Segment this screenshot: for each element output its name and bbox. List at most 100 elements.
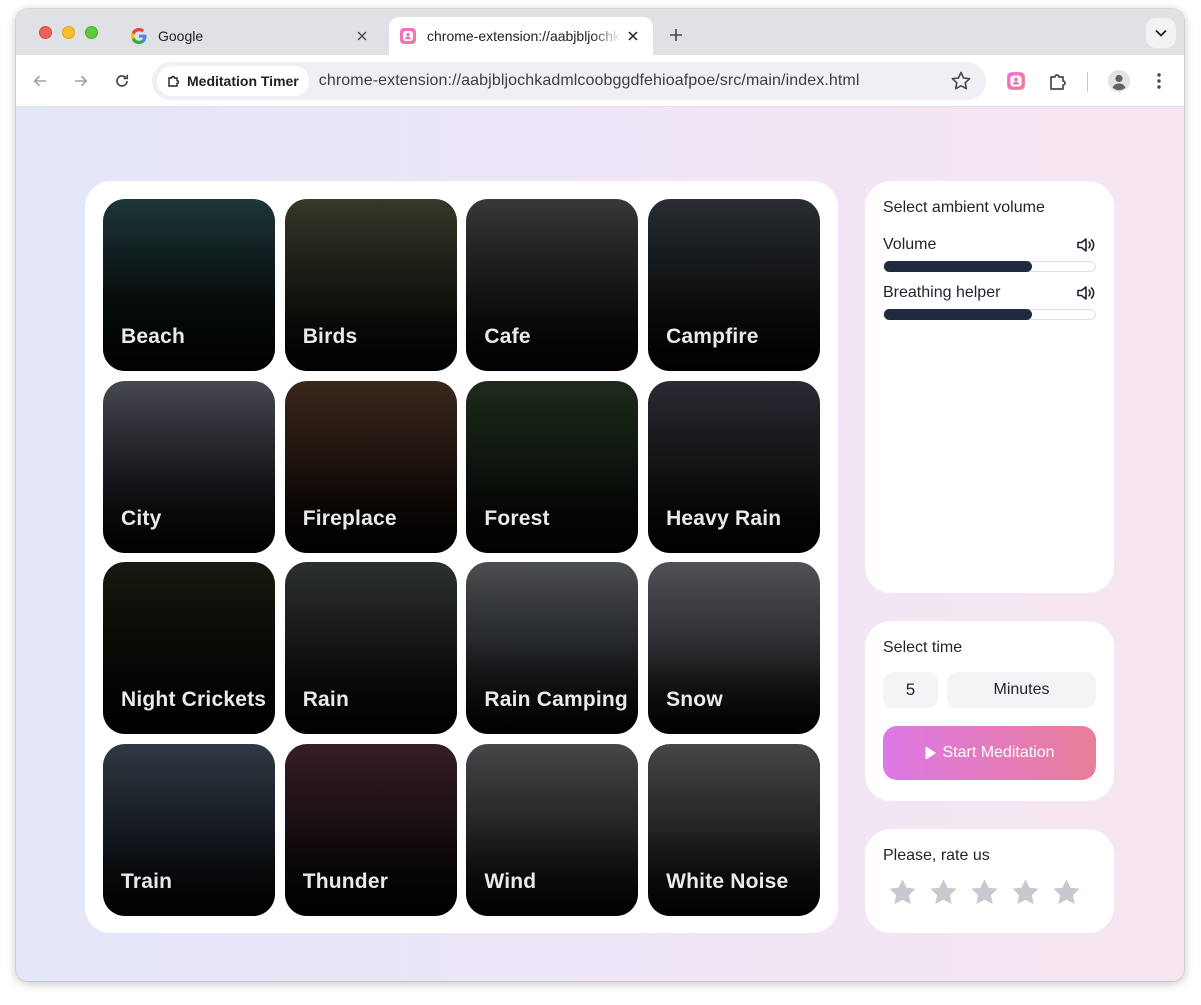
start-meditation-label: Start Meditation	[942, 744, 1055, 761]
sound-tile-label: Night Crickets	[121, 688, 267, 711]
sound-tile-label: Rain Camping	[484, 688, 628, 711]
toolbar-divider	[1087, 72, 1088, 92]
extensions-button[interactable]	[1044, 67, 1072, 95]
arrow-right-icon	[75, 75, 88, 87]
tab-strip: Google chrome-extension://aabjbljochkadm…	[16, 9, 1184, 55]
volume-card: Select ambient volume Volume Breathing h…	[865, 181, 1114, 593]
tab-title: chrome-extension://aabjbljochkadmlcoobgg…	[427, 28, 621, 44]
new-tab-button[interactable]	[662, 21, 690, 49]
sound-tile[interactable]: Beach	[103, 199, 275, 371]
reload-button[interactable]	[108, 67, 136, 95]
speaker-icon[interactable]	[1076, 237, 1096, 253]
close-icon[interactable]	[350, 24, 374, 48]
volume-row: Volume	[883, 236, 1096, 254]
url-text: chrome-extension://aabjbljochkadmlcoobgg…	[318, 72, 860, 89]
star-icon[interactable]	[969, 877, 1000, 908]
reload-icon	[116, 74, 129, 87]
close-icon[interactable]	[621, 24, 645, 48]
sound-tile-label: Fireplace	[302, 506, 397, 530]
sound-tile[interactable]: Heavy Rain	[648, 380, 821, 553]
sound-tile[interactable]: Rain Camping	[466, 562, 639, 734]
sound-tile[interactable]: Campfire	[648, 199, 821, 371]
kebab-menu-icon	[1157, 73, 1161, 89]
sound-tile[interactable]: Wind	[466, 743, 639, 916]
meditation-extension-button[interactable]	[1002, 67, 1030, 95]
sound-tile[interactable]: Snow	[648, 562, 821, 734]
sound-tile-label: Campfire	[666, 325, 759, 348]
star-icon[interactable]	[887, 877, 918, 908]
arrow-left-icon	[33, 75, 46, 87]
puzzle-piece-icon	[168, 75, 180, 87]
time-card-title: Select time	[883, 639, 963, 656]
time-unit-select[interactable]: Minutes	[947, 672, 1096, 708]
browser-menu-button[interactable]	[1145, 67, 1173, 95]
address-bar[interactable]: Meditation Timer chrome-extension://aabj…	[152, 62, 986, 100]
tab-google[interactable]: Google	[120, 17, 382, 55]
star-icon[interactable]	[1051, 877, 1082, 908]
sound-grid: Beach Birds Cafe Campfire City Fireplace Fores…	[103, 199, 821, 916]
sound-tile[interactable]: Night Crickets	[103, 562, 275, 734]
speaker-icon[interactable]	[1076, 285, 1096, 301]
bookmark-star-icon[interactable]	[950, 70, 972, 92]
sound-tile[interactable]: Rain	[284, 562, 457, 734]
rating-card-title: Please, rate us	[883, 847, 990, 864]
breathing-helper-slider-fill	[884, 309, 1032, 320]
breathing-helper-row: Breathing helper	[883, 284, 1096, 302]
volume-slider[interactable]	[883, 261, 1096, 272]
rating-card: Please, rate us	[865, 829, 1114, 933]
play-icon	[925, 746, 937, 760]
maximize-window-button[interactable]	[85, 26, 98, 39]
sound-tile-label: Cafe	[484, 325, 531, 348]
sound-tile[interactable]: Train	[103, 743, 275, 916]
sound-tile[interactable]: Cafe	[466, 199, 639, 371]
sound-tile-label: Train	[121, 869, 173, 893]
breathing-helper-label: Breathing helper	[883, 284, 1001, 301]
sound-tile[interactable]: City	[103, 380, 275, 553]
sound-tile-label: Forest	[484, 506, 550, 530]
sound-tile-label: Heavy Rain	[666, 506, 782, 530]
sound-tile[interactable]: Fireplace	[284, 380, 457, 553]
star-rating	[883, 877, 1096, 908]
tab-meditation-timer[interactable]: chrome-extension://aabjbljochkadmlcoobgg…	[389, 17, 653, 55]
browser-toolbar: Meditation Timer chrome-extension://aabj…	[16, 55, 1184, 107]
browser-window: Google chrome-extension://aabjbljochkadm…	[16, 9, 1184, 981]
breathing-helper-slider[interactable]	[883, 309, 1096, 320]
minutes-input[interactable]: 5	[883, 672, 938, 708]
plus-icon	[670, 29, 682, 41]
start-meditation-button[interactable]: Start Meditation	[883, 726, 1096, 780]
tab-search-button[interactable]	[1146, 18, 1176, 48]
google-g-icon	[130, 27, 148, 45]
forward-button[interactable]	[67, 67, 95, 95]
puzzle-piece-icon	[1050, 74, 1066, 90]
sound-tile-label: Thunder	[302, 869, 389, 893]
sound-tile-label: Wind	[484, 869, 537, 893]
site-chip-label: Meditation Timer	[187, 73, 299, 89]
star-icon[interactable]	[928, 877, 959, 908]
volume-card-title: Select ambient volume	[883, 199, 1045, 216]
sound-tile[interactable]: White Noise	[648, 743, 821, 916]
tab-title: Google	[158, 28, 204, 44]
sound-tile-label: Birds	[302, 325, 358, 348]
sound-tile[interactable]: Thunder	[284, 743, 457, 916]
site-info-chip[interactable]: Meditation Timer	[157, 66, 309, 96]
profile-button[interactable]	[1105, 67, 1133, 95]
chevron-down-icon	[1155, 29, 1167, 37]
star-icon[interactable]	[1010, 877, 1041, 908]
sound-tile-label: White Noise	[666, 869, 789, 893]
volume-slider-fill	[884, 261, 1032, 272]
sound-tile-label: Snow	[666, 688, 723, 711]
sound-tile-label: Rain	[302, 688, 349, 711]
time-card: Select time 5 Minutes Start Meditation	[865, 621, 1114, 801]
back-button[interactable]	[26, 67, 54, 95]
sound-tile-label: City	[121, 506, 162, 530]
minimize-window-button[interactable]	[62, 26, 75, 39]
volume-label: Volume	[883, 236, 937, 253]
sound-tile[interactable]: Birds	[284, 199, 457, 371]
close-window-button[interactable]	[39, 26, 52, 39]
page-viewport: Beach Birds Cafe Campfire City Fireplace Fores…	[16, 107, 1184, 981]
sound-grid-card: Beach Birds Cafe Campfire City Fireplace Fores…	[85, 181, 838, 933]
meditation-extension-icon	[399, 27, 417, 45]
time-row: 5 Minutes	[883, 672, 1096, 708]
avatar-icon	[1108, 70, 1130, 92]
sound-tile[interactable]: Forest	[466, 380, 639, 553]
